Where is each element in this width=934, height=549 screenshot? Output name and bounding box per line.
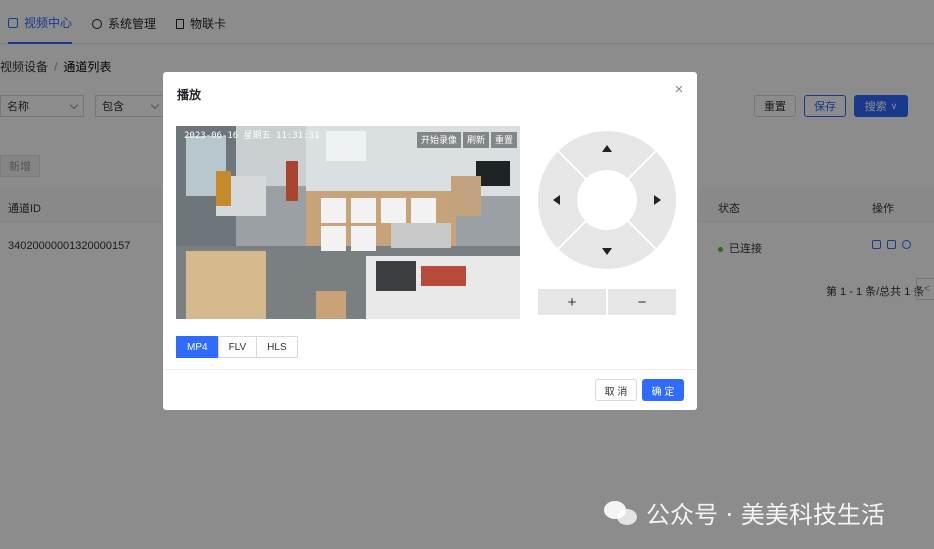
video-timestamp: 2023-06-16 星期五 11:31:31 [184,131,320,141]
cancel-button[interactable]: 取 消 [595,379,637,401]
format-selector: MP4 FLV HLS [176,336,298,358]
dialog-title: 播放 [177,88,202,102]
watermark: 公众号 · 美美科技生活 [604,495,885,530]
ptz-control [538,131,676,269]
ptz-center [577,170,637,230]
format-flv-button[interactable]: FLV [217,336,258,358]
play-dialog: 播放 × 2023-06-16 星期五 11:31:31 开始录像 刷新 重置 … [163,72,697,410]
ptz-down-arrow-icon[interactable] [602,248,612,255]
ptz-right-arrow-icon[interactable] [654,195,661,205]
wechat-icon [604,499,638,527]
video-frame [176,126,520,319]
ptz-up-arrow-icon[interactable] [602,145,612,152]
video-reset-button[interactable]: 重置 [491,132,518,148]
refresh-button[interactable]: 刷新 [463,132,490,148]
format-hls-button[interactable]: HLS [256,336,298,358]
record-button[interactable]: 开始录像 [417,132,462,148]
zoom-out-button[interactable]: − [608,289,676,315]
format-mp4-button[interactable]: MP4 [176,336,219,358]
video-player[interactable]: 2023-06-16 星期五 11:31:31 开始录像 刷新 重置 [176,126,520,319]
zoom-in-button[interactable]: + [538,289,606,315]
ptz-left-arrow-icon[interactable] [553,195,560,205]
watermark-text: 公众号 · 美美科技生活 [646,501,885,529]
close-icon[interactable]: × [671,82,687,98]
confirm-button[interactable]: 确 定 [642,379,684,401]
